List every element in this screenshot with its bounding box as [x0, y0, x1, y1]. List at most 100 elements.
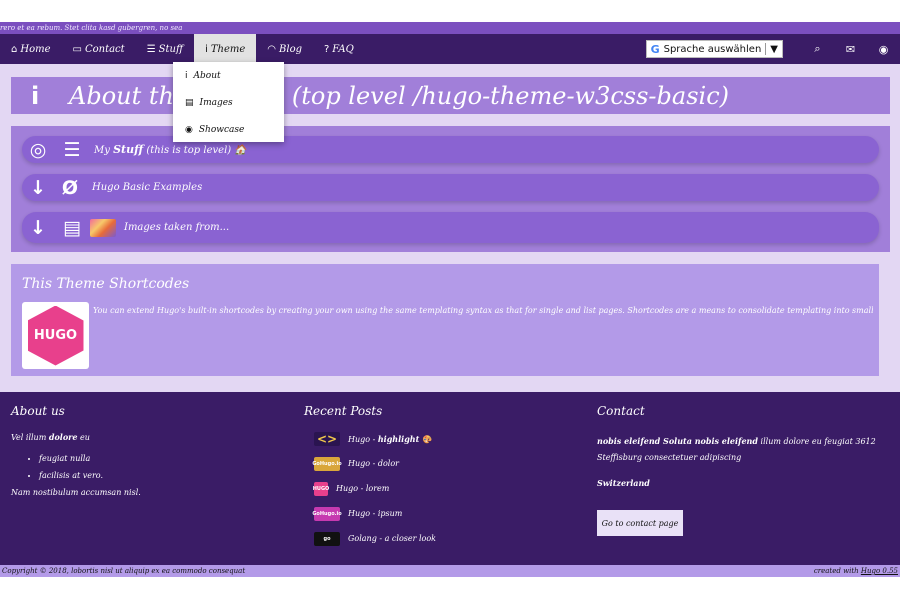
- contact-page-button[interactable]: Go to contact page: [597, 510, 683, 536]
- page-title: About this Theme (top level /hugo-theme-…: [69, 81, 730, 110]
- list-item-text: My: [94, 145, 110, 156]
- images-icon: ▤: [63, 216, 81, 239]
- post-thumbnail: GoHugo.io: [312, 506, 342, 521]
- hugo-version-link[interactable]: Hugo 0.55: [861, 567, 898, 575]
- shortcodes-title[interactable]: This Theme Shortcodes: [22, 276, 189, 292]
- chevron-down-icon: ▼: [770, 43, 778, 55]
- footer-about: About us Vel illum dolore eu feugiat nul…: [11, 404, 291, 497]
- nav-blog-label: Blog: [279, 43, 302, 55]
- footer-recent-posts: Recent Posts <> Hugo - highlight 🎨 GoHug…: [304, 404, 584, 551]
- post-thumbnail: go: [314, 531, 340, 546]
- rss-icon: ◠: [267, 43, 277, 55]
- contact-address-bold: nobis eleifend Soluta nobis eleifend: [597, 436, 758, 446]
- marquee-text: rero et ea rebum. Stet clita kasd guberg…: [0, 22, 900, 34]
- post-thumbnail: <>: [314, 431, 340, 446]
- dropdown-item-about[interactable]: i About: [173, 62, 284, 89]
- google-icon: G: [650, 42, 660, 56]
- post-thumbnail: GoHugo.io: [312, 456, 342, 471]
- language-select-label: Sprache auswählen: [663, 43, 762, 55]
- contact-address: nobis eleifend Soluta nobis eleifend ill…: [597, 433, 887, 466]
- list-item-label: Hugo Basic Examples: [92, 182, 203, 193]
- post-title: Golang - a closer look: [348, 534, 437, 543]
- list-item-bold: Stuff: [113, 143, 144, 156]
- hugo-logo-hexagon: HUGO: [27, 305, 84, 366]
- footer-about-list: feugiat nulla facilisis at vero.: [39, 454, 291, 480]
- house-icon: 🏠: [234, 145, 247, 156]
- nav-contact-label: Contact: [84, 43, 125, 55]
- footer-posts-title: Recent Posts: [304, 404, 383, 418]
- nav-blog[interactable]: ◠ Blog: [256, 34, 313, 64]
- post-label-bold: highlight: [377, 433, 420, 444]
- navigation-list-panel: ◎ ☰ My Stuff (this is top level) 🏠 ↓ Ø H…: [11, 126, 890, 252]
- nav-faq-label: FAQ: [332, 43, 354, 55]
- language-select[interactable]: G Sprache auswählen ▼: [645, 40, 783, 58]
- list-icon: ☰: [146, 43, 156, 55]
- about-text-bold: dolore: [48, 432, 78, 442]
- dropdown-item-label: About: [193, 70, 221, 81]
- select-divider: [765, 43, 767, 55]
- nav-faq[interactable]: ? FAQ: [313, 34, 365, 64]
- arrow-down-icon: ↓: [30, 216, 46, 239]
- eye-icon: ◉: [185, 124, 193, 135]
- nav-home[interactable]: ⌂ Home: [0, 34, 62, 64]
- list-item-label: Images taken from...: [124, 222, 230, 233]
- copyright-text: Copyright © 2018, lobortis nisl ut aliqu…: [2, 567, 246, 575]
- info-icon: i: [185, 70, 188, 81]
- about-text-a: Vel illum: [11, 433, 47, 442]
- contact-country: Switzerland: [597, 478, 650, 488]
- image-thumbnail: [90, 218, 116, 237]
- envelope-icon[interactable]: ✉: [834, 43, 867, 56]
- home-icon: ⌂: [11, 43, 18, 55]
- nav-theme[interactable]: i Theme: [194, 34, 257, 64]
- footer-about-line: Vel illum dolore eu: [11, 432, 291, 442]
- nav-contact[interactable]: ▭ Contact: [62, 34, 136, 64]
- list-item-images[interactable]: ↓ ▤ Images taken from...: [22, 212, 879, 243]
- list-item-label: My Stuff (this is top level) 🏠: [94, 143, 247, 156]
- recent-post-item[interactable]: GoHugo.io Hugo - ipsum: [312, 501, 584, 526]
- shortcodes-summary: You can extend Hugo's built-in shortcode…: [93, 306, 873, 315]
- list-item-stuff[interactable]: ◎ ☰ My Stuff (this is top level) 🏠: [22, 136, 879, 163]
- arrow-down-icon: ↓: [30, 176, 46, 199]
- post-label: Hugo -: [348, 434, 378, 444]
- nav-theme-label: Theme: [210, 43, 246, 55]
- search-icon[interactable]: ⌕: [801, 42, 834, 56]
- page-header: i About this Theme (top level /hugo-them…: [11, 77, 890, 114]
- info-circle-icon: i: [205, 43, 208, 55]
- footer: About us Vel illum dolore eu feugiat nul…: [0, 392, 900, 565]
- recent-post-item[interactable]: GoHugo.io Hugo - dolor: [312, 451, 584, 476]
- post-title: Hugo - dolor: [348, 459, 399, 468]
- recent-posts-list: <> Hugo - highlight 🎨 GoHugo.io Hugo - d…: [304, 426, 584, 551]
- list-item: feugiat nulla: [39, 454, 291, 463]
- dropdown-item-showcase[interactable]: ◉ Showcase: [173, 116, 284, 143]
- list-item: facilisis at vero.: [39, 471, 291, 480]
- post-title: Hugo - highlight 🎨: [348, 434, 432, 444]
- palette-icon: 🎨: [421, 434, 432, 444]
- nav-stuff[interactable]: ☰ Stuff: [136, 34, 194, 64]
- images-icon: ▤: [185, 97, 194, 108]
- dropdown-item-images[interactable]: ▤ Images: [173, 89, 284, 116]
- post-title: Hugo - lorem: [336, 484, 390, 493]
- theme-dropdown-menu: i About ▤ Images ◉ Showcase: [173, 62, 284, 142]
- main-content: i About this Theme (top level /hugo-them…: [0, 64, 900, 392]
- dropdown-item-label: Showcase: [198, 124, 245, 135]
- about-text-c: eu: [80, 433, 90, 442]
- address-card-icon: ▭: [72, 43, 82, 55]
- footer-about-title: About us: [11, 404, 65, 418]
- recent-post-item[interactable]: <> Hugo - highlight 🎨: [314, 426, 584, 451]
- github-icon[interactable]: ◉: [867, 43, 900, 56]
- footer-contact: Contact nobis eleifend Soluta nobis elei…: [597, 404, 892, 536]
- post-thumbnail: HUGO: [313, 481, 329, 496]
- list-item-hugo-basic[interactable]: ↓ Ø Hugo Basic Examples: [22, 174, 879, 201]
- empty-set-icon: Ø: [61, 176, 79, 199]
- dropdown-item-label: Images: [199, 97, 233, 108]
- hugo-logo[interactable]: HUGO: [22, 302, 89, 369]
- nav-right-group: G Sprache auswählen ▼ ⌕ ✉ ◉: [645, 34, 900, 64]
- question-circle-icon: ?: [323, 43, 330, 55]
- bullseye-icon: ◎: [29, 138, 47, 161]
- footer-contact-title: Contact: [597, 404, 645, 418]
- created-with: created with Hugo 0.55: [814, 565, 898, 577]
- info-icon: i: [31, 81, 40, 110]
- recent-post-item[interactable]: go Golang - a closer look: [314, 526, 584, 551]
- recent-post-item[interactable]: HUGO Hugo - lorem: [313, 476, 584, 501]
- top-navbar: ⌂ Home ▭ Contact ☰ Stuff i Theme ◠ Blog …: [0, 34, 900, 64]
